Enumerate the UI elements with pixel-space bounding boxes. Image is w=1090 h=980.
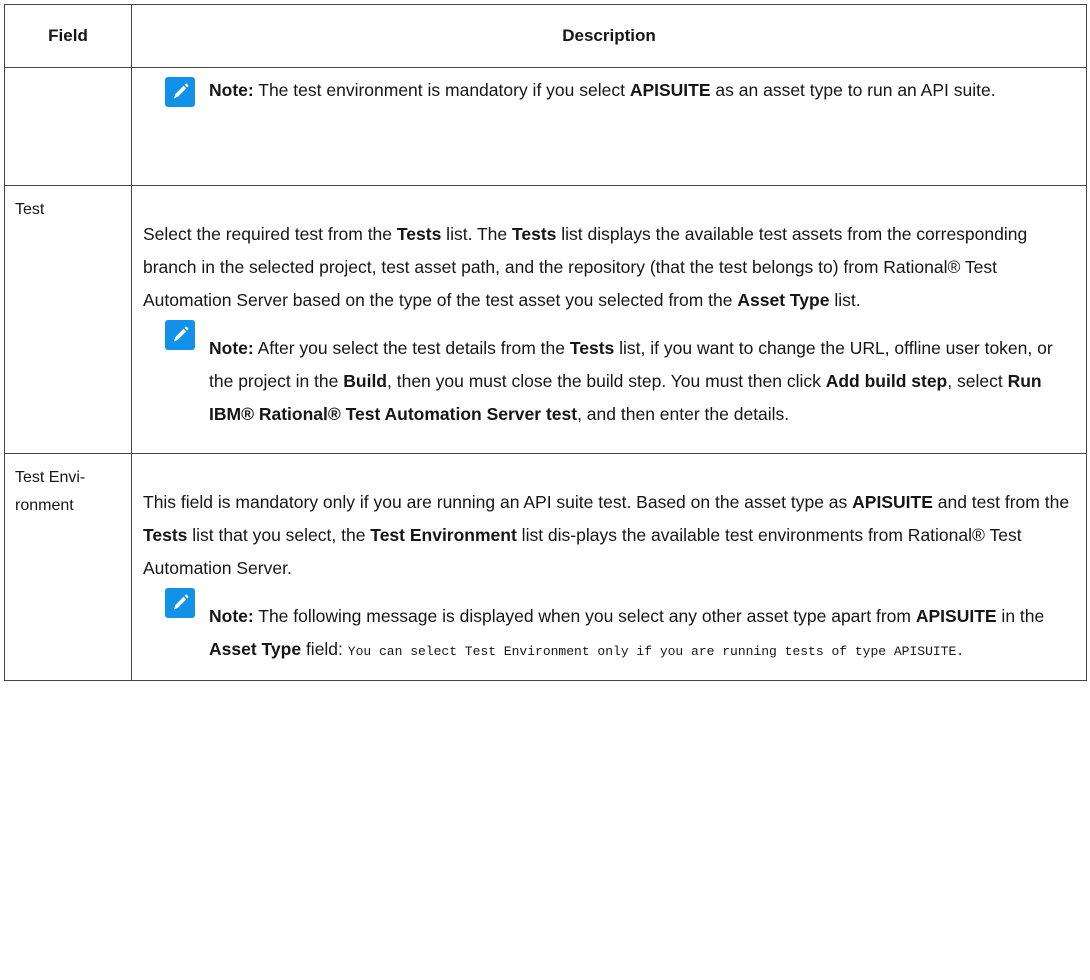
table-row: Test Envi-ronment This field is mandator… [4, 453, 1087, 681]
note: Note: The test environment is mandatory … [143, 74, 1074, 107]
description-cell: Note: The test environment is mandatory … [131, 67, 1087, 186]
note-label: Note: [209, 606, 254, 626]
description-cell: Select the required test from the Tests … [131, 185, 1087, 454]
field-cell: Test Envi-ronment [4, 453, 132, 681]
description-paragraph: Select the required test from the Tests … [143, 224, 1028, 310]
pencil-note-icon [165, 77, 195, 107]
bold-term: APISUITE [852, 492, 933, 512]
bold-term: Tests [396, 224, 442, 244]
description-cell: This field is mandatory only if you are … [131, 453, 1087, 681]
note-content: Note: The test environment is mandatory … [209, 80, 996, 100]
note: Note: After you select the test details … [143, 317, 1074, 453]
field-cell: Test [4, 185, 132, 454]
pencil-note-icon [165, 588, 195, 618]
bold-term: Tests [569, 338, 615, 358]
table-header-row: Field Description [4, 4, 1087, 68]
bold-term: Asset Type [209, 639, 302, 659]
bold-term: Test Environment [370, 525, 517, 545]
field-cell [4, 67, 132, 186]
field-description-table: Field Description Note: The test environ… [4, 4, 1087, 681]
bold-term: Build [343, 371, 387, 391]
table-row: Note: The test environment is mandatory … [4, 67, 1087, 186]
code-text: You can select Test Environment only if … [347, 644, 965, 659]
description-paragraph: This field is mandatory only if you are … [143, 492, 1070, 578]
bold-term: Tests [143, 525, 188, 545]
header-field: Field [4, 4, 132, 68]
bold-term: APISUITE [629, 80, 711, 100]
header-description: Description [131, 4, 1087, 68]
bold-term: Tests [512, 224, 557, 244]
note-label: Note: [209, 80, 254, 100]
bold-term: Asset Type [737, 290, 830, 310]
note-content: Note: The following message is displayed… [209, 606, 1045, 659]
pencil-note-icon [165, 320, 195, 350]
table-row: Test Select the required test from the T… [4, 185, 1087, 454]
note: Note: The following message is displayed… [143, 585, 1074, 680]
note-content: Note: After you select the test details … [209, 338, 1053, 424]
note-label: Note: [209, 338, 254, 358]
bold-term: APISUITE [915, 606, 997, 626]
bold-term: Add build step [825, 371, 948, 391]
